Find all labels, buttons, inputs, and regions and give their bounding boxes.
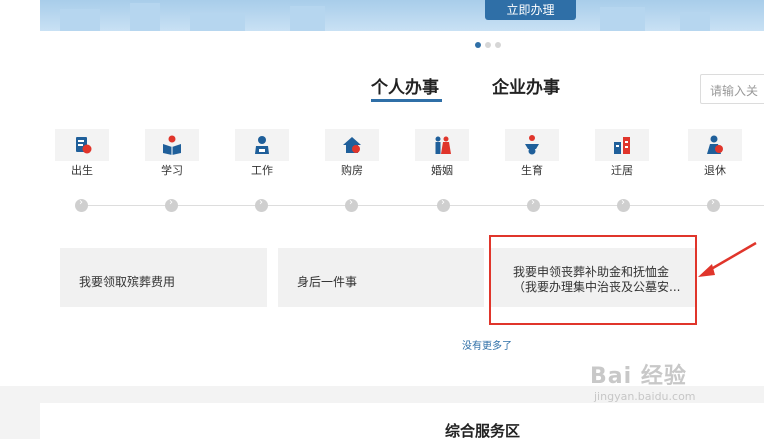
timeline-node[interactable] xyxy=(255,197,268,212)
carousel-dot[interactable] xyxy=(485,42,491,48)
category-work[interactable]: 工作 xyxy=(235,129,289,177)
timeline-node[interactable] xyxy=(165,197,178,212)
carousel-dot[interactable] xyxy=(495,42,501,48)
no-more-text: 没有更多了 xyxy=(462,341,512,352)
section-title: 综合服务区 xyxy=(445,422,521,440)
tab-enterprise[interactable]: 企业办事 xyxy=(492,73,560,98)
apply-now-button[interactable]: 立即办理 xyxy=(485,0,576,20)
study-icon xyxy=(163,135,181,155)
category-label: 工作 xyxy=(251,164,273,177)
category-relocate[interactable]: 迁居 xyxy=(595,129,649,177)
timeline-node[interactable] xyxy=(345,197,358,212)
service-area-panel xyxy=(40,403,764,439)
annotation-arrow-icon xyxy=(698,241,757,277)
birth-icon xyxy=(76,137,92,154)
category-label: 退休 xyxy=(704,164,726,177)
category-marriage[interactable]: 婚姻 xyxy=(415,129,469,177)
category-label: 生育 xyxy=(521,164,543,177)
carousel-dot-active[interactable] xyxy=(475,42,481,48)
timeline-node[interactable] xyxy=(75,197,88,212)
timeline-node[interactable] xyxy=(527,197,540,212)
category-birth[interactable]: 出生 xyxy=(55,129,109,177)
house-icon xyxy=(343,137,361,153)
timeline-node[interactable] xyxy=(437,197,450,212)
service-card-after-death[interactable]: 身后一件事 xyxy=(278,248,484,307)
relocate-icon xyxy=(614,137,630,154)
service-card-funeral-fee[interactable]: 我要领取殡葬费用 xyxy=(60,248,267,307)
annotation-highlight-box xyxy=(489,235,697,325)
category-house[interactable]: 购房 xyxy=(325,129,379,177)
category-label: 出生 xyxy=(71,164,93,177)
carousel-dots xyxy=(475,42,501,48)
category-label: 学习 xyxy=(161,164,183,177)
category-childbirth[interactable]: 生育 xyxy=(505,129,559,177)
baby-icon xyxy=(525,135,539,155)
category-label: 迁居 xyxy=(611,164,633,177)
tab-personal[interactable]: 个人办事 xyxy=(371,73,439,98)
category-study[interactable]: 学习 xyxy=(145,129,199,177)
category-label: 婚姻 xyxy=(431,164,453,177)
active-tab-indicator xyxy=(371,99,442,102)
hero-banner: 立即办理 xyxy=(40,0,764,31)
timeline-line xyxy=(80,205,764,206)
retire-icon xyxy=(707,135,723,154)
baidu-watermark: Bai 经验 jingyan.baidu.com xyxy=(590,364,696,403)
search-input[interactable]: 请输入关 xyxy=(700,74,764,104)
category-label: 购房 xyxy=(341,164,363,177)
timeline-node[interactable] xyxy=(617,197,630,212)
category-retire[interactable]: 退休 xyxy=(688,129,742,177)
card-title: 我要领取殡葬费用 xyxy=(79,275,176,289)
work-icon xyxy=(255,136,269,154)
card-title: 身后一件事 xyxy=(297,275,358,289)
timeline-node[interactable] xyxy=(707,197,720,212)
marriage-icon xyxy=(435,136,451,154)
